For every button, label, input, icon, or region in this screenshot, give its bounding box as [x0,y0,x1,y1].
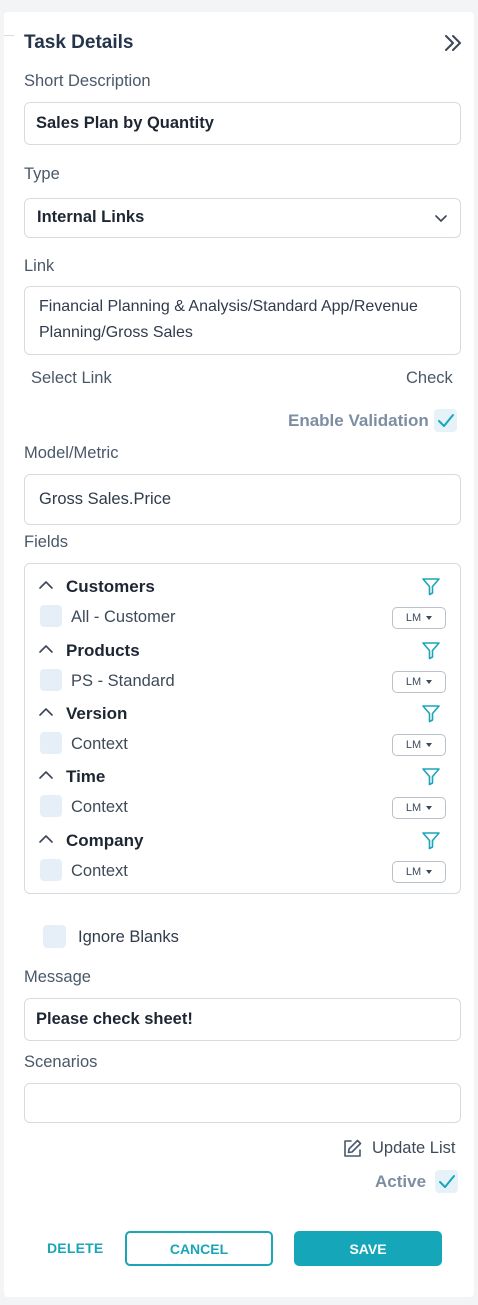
field-group-name: Time [66,767,106,786]
field-item-label: PS - Standard [71,672,175,690]
short-description-label: Short Description [24,72,151,90]
type-select[interactable]: Internal Links [24,198,461,238]
chevron-up-icon[interactable] [38,833,54,845]
field-mode-value: LM [405,739,422,751]
field-group-name: Company [66,831,144,850]
model-metric-value: Gross Sales.Price [39,490,172,508]
active-checkbox[interactable] [435,1170,458,1193]
field-group-name: Customers [66,577,155,596]
filter-icon[interactable] [421,704,441,723]
edit-icon [344,1139,362,1157]
check-link-button[interactable]: Check [406,369,453,388]
field-item-checkbox[interactable] [40,732,62,754]
caret-down-icon [426,870,433,874]
field-item-label: Context [71,862,128,880]
filter-icon[interactable] [421,641,441,660]
link-value: Financial Planning & Analysis/Standard A… [39,298,418,341]
filter-icon[interactable] [421,767,441,786]
field-mode-dropdown[interactable]: LM [392,607,446,629]
select-link-button[interactable]: Select Link [31,369,112,388]
field-mode-dropdown[interactable]: LM [392,861,446,883]
field-item-label: Context [71,735,128,753]
message-input[interactable]: Please check sheet! [24,998,461,1041]
collapse-panel-button[interactable] [440,31,466,55]
scenarios-label: Scenarios [24,1053,98,1071]
model-metric-label: Model/Metric [24,444,119,462]
field-mode-value: LM [405,802,422,814]
panel-title: Task Details [24,32,134,53]
double-chevron-right-icon [445,35,461,51]
cancel-button[interactable]: CANCEL [125,1231,273,1266]
chevron-up-icon[interactable] [38,769,54,781]
short-description-value: Sales Plan by Quantity [36,114,214,132]
field-item-label: Context [71,798,128,816]
link-label: Link [24,257,55,275]
caret-down-icon [426,680,433,684]
field-mode-dropdown[interactable]: LM [392,671,446,693]
field-item-checkbox[interactable] [40,605,62,627]
field-mode-dropdown[interactable]: LM [392,797,446,819]
type-selected-value: Internal Links [37,208,145,226]
field-mode-value: LM [405,866,422,878]
caret-down-icon [426,616,433,620]
fields-label: Fields [24,533,69,551]
field-mode-value: LM [405,676,422,688]
divider [4,35,14,36]
short-description-input[interactable]: Sales Plan by Quantity [24,102,461,145]
update-list-button[interactable]: Update List [342,1138,455,1159]
check-icon [439,1175,455,1188]
field-item-label: All - Customer [71,608,176,626]
save-button[interactable]: SAVE [294,1231,442,1266]
link-textarea[interactable]: Financial Planning & Analysis/Standard A… [24,286,461,355]
filter-icon[interactable] [421,831,441,850]
model-metric-input[interactable]: Gross Sales.Price [24,474,461,525]
check-icon [438,414,454,427]
chevron-up-icon[interactable] [38,579,54,591]
type-label: Type [24,165,60,183]
active-label: Active [375,1172,427,1191]
field-item-checkbox[interactable] [40,795,62,817]
message-label: Message [24,968,91,986]
message-value: Please check sheet! [36,1010,193,1028]
delete-button[interactable]: DELETE [47,1240,103,1256]
field-group-name: Products [66,641,140,660]
field-item-checkbox[interactable] [40,669,62,691]
field-item-checkbox[interactable] [40,859,62,881]
chevron-down-icon [435,215,447,222]
chevron-up-icon[interactable] [38,643,54,655]
caret-down-icon [426,743,433,747]
field-mode-value: LM [405,612,422,624]
ignore-blanks-label: Ignore Blanks [78,928,179,946]
filter-icon[interactable] [421,577,441,596]
chevron-up-icon[interactable] [38,706,54,718]
field-group-name: Version [66,704,128,723]
field-mode-dropdown[interactable]: LM [392,734,446,756]
update-list-label: Update List [372,1139,456,1157]
enable-validation-checkbox[interactable] [434,409,457,432]
ignore-blanks-checkbox[interactable] [43,925,66,948]
scenarios-input[interactable] [24,1083,461,1123]
enable-validation-label: Enable Validation [288,411,429,430]
caret-down-icon [426,806,433,810]
